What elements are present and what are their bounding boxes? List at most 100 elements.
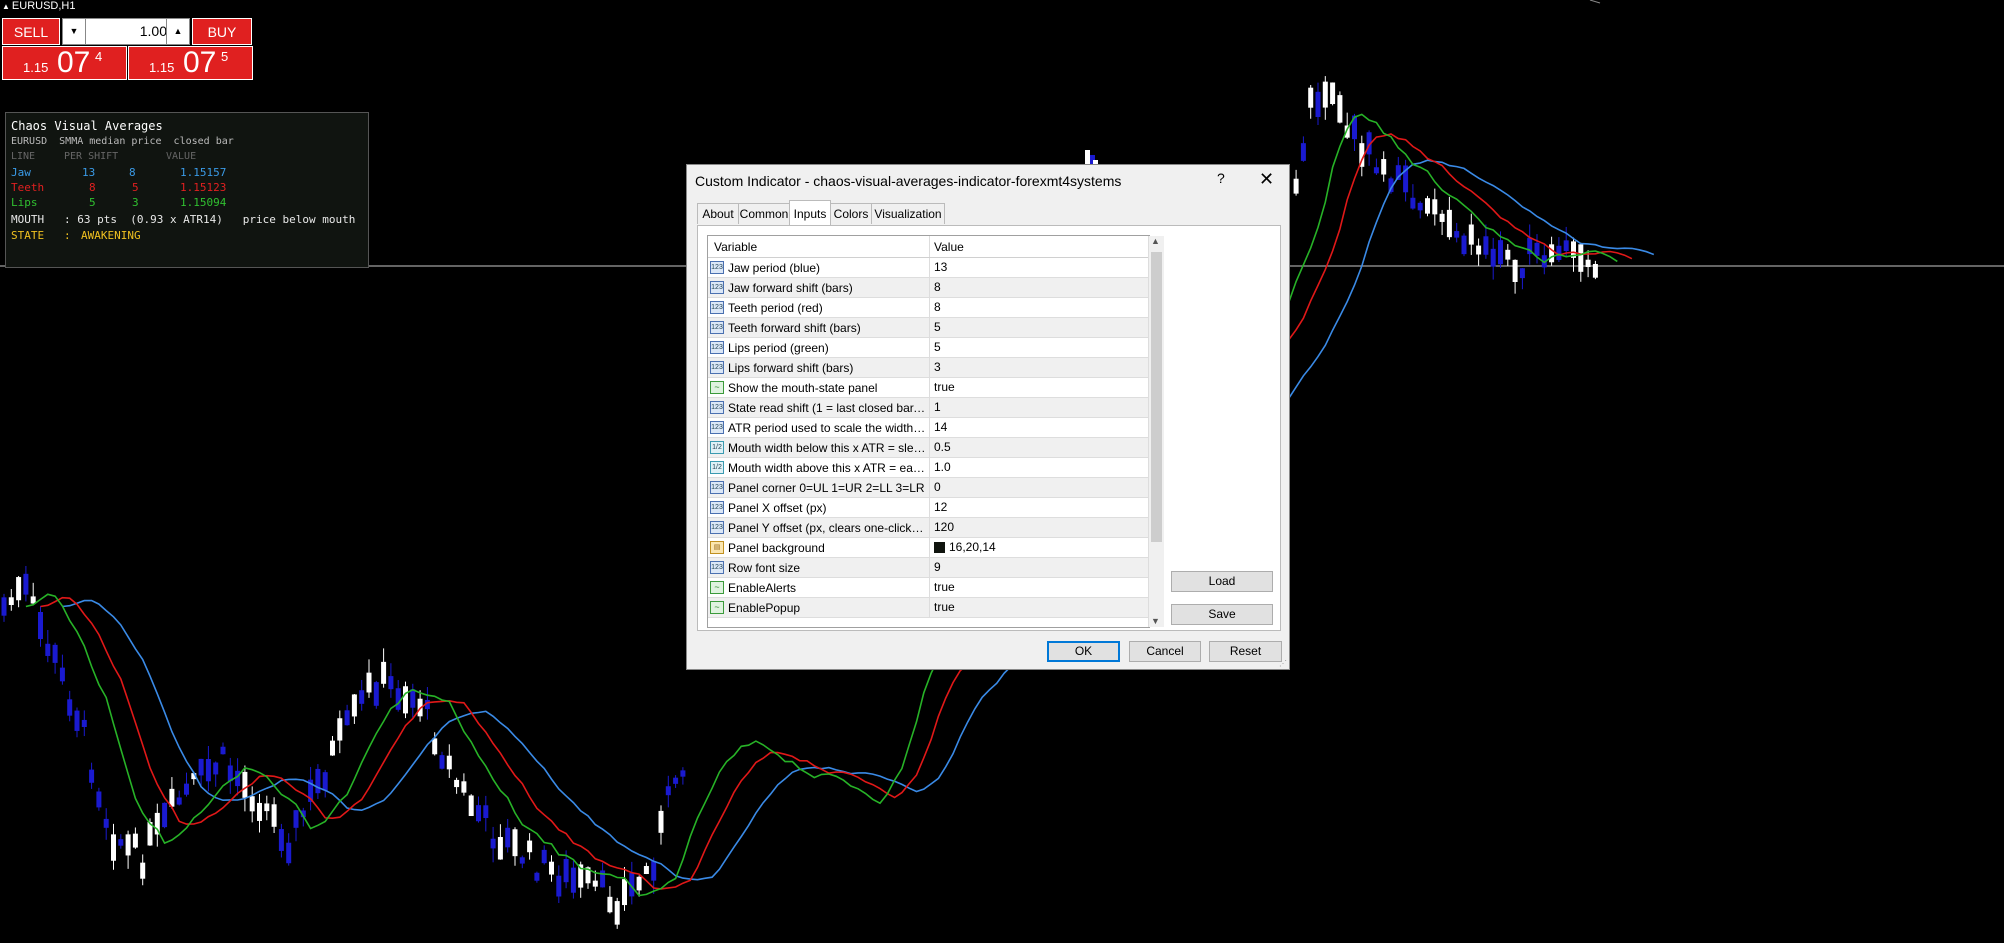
panel-header-value: VALUE <box>166 151 197 162</box>
column-value[interactable]: Value <box>934 240 964 254</box>
input-row[interactable]: 1/2 Mouth width below this x ATR = sleepi… <box>708 438 1148 458</box>
candle-body <box>1476 245 1482 255</box>
input-row[interactable]: 123 Lips forward shift (bars) 3 <box>708 358 1148 378</box>
input-row[interactable]: 123 Jaw period (blue) 13 <box>708 258 1148 278</box>
candle-body <box>249 796 255 812</box>
mouth-state-panel: Chaos Visual Averages EURUSD SMMA median… <box>5 112 369 268</box>
panel-row-period: 13 <box>82 166 96 179</box>
double-icon: 1/2 <box>710 461 724 474</box>
input-row[interactable]: 123 Teeth period (red) 8 <box>708 298 1148 318</box>
input-value[interactable]: 5 <box>929 338 1148 357</box>
lot-value[interactable]: 1.00 <box>87 19 167 44</box>
tab-colors[interactable]: Colors <box>830 203 872 224</box>
integer-icon: 123 <box>710 421 724 434</box>
input-value[interactable]: 5 <box>929 318 1148 337</box>
input-value[interactable]: 1 <box>929 398 1148 417</box>
panel-subtitle: EURUSD SMMA median price closed bar <box>11 136 234 147</box>
scroll-up-icon[interactable]: ▲ <box>1151 236 1160 246</box>
tab-visualization[interactable]: Visualization <box>871 203 945 224</box>
candle-body <box>381 661 387 684</box>
candle-body <box>570 867 576 893</box>
input-row[interactable]: ~ Show the mouth-state panel true <box>708 378 1148 398</box>
input-name: Panel corner 0=UL 1=UR 2=LL 3=LR <box>728 481 925 495</box>
candle-body <box>432 738 438 755</box>
input-row[interactable]: 123 Panel corner 0=UL 1=UR 2=LL 3=LR 0 <box>708 478 1148 498</box>
panel-row-period: 5 <box>89 196 96 209</box>
input-value[interactable]: 0.5 <box>929 438 1148 457</box>
input-row[interactable]: ~ EnablePopup true <box>708 598 1148 618</box>
candle-body <box>395 688 401 710</box>
input-value[interactable]: 120 <box>929 518 1148 537</box>
resize-grip-icon[interactable]: ⋰ <box>1279 659 1287 668</box>
input-row[interactable]: 123 Lips period (green) 5 <box>708 338 1148 358</box>
input-value[interactable]: 12 <box>929 498 1148 517</box>
candle-body <box>1417 202 1423 211</box>
candle-body <box>1563 240 1569 252</box>
candle-body <box>527 840 533 853</box>
input-row[interactable]: 123 Panel Y offset (px, clears one-click … <box>708 518 1148 538</box>
input-row[interactable]: 123 Panel X offset (px) 12 <box>708 498 1148 518</box>
input-value[interactable]: true <box>929 378 1148 397</box>
input-row[interactable]: 123 Row font size 9 <box>708 558 1148 578</box>
tab-common[interactable]: Common <box>738 203 790 224</box>
inputs-grid[interactable]: Variable Value 123 Jaw period (blue) 13 123… <box>707 235 1150 628</box>
input-name: ATR period used to scale the width test <box>728 421 926 435</box>
panel-row-period: 8 <box>89 181 96 194</box>
scroll-down-icon[interactable]: ▼ <box>1151 616 1160 626</box>
input-value-text: 16,20,14 <box>949 540 996 554</box>
candle-body <box>512 829 518 857</box>
input-value[interactable]: 8 <box>929 278 1148 297</box>
input-value[interactable]: 13 <box>929 258 1148 277</box>
tab-inputs[interactable]: Inputs <box>789 200 831 225</box>
candle-body <box>680 770 686 777</box>
input-value[interactable]: true <box>929 578 1148 597</box>
input-value[interactable]: 14 <box>929 418 1148 437</box>
buy-button[interactable]: BUY <box>192 18 252 45</box>
input-row[interactable]: 123 State read shift (1 = last closed bar… <box>708 398 1148 418</box>
sell-button[interactable]: SELL <box>2 18 60 45</box>
input-value[interactable]: 8 <box>929 298 1148 317</box>
input-value-text: true <box>934 600 955 614</box>
lot-stepper[interactable]: ▼ 1.00 ▲ <box>62 18 190 45</box>
save-button[interactable]: Save <box>1171 604 1273 625</box>
input-row[interactable]: 1/2 Mouth width above this x ATR = eating… <box>708 458 1148 478</box>
panel-row-shift: 8 <box>129 166 136 179</box>
input-row[interactable]: ▤ Panel background 16,20,14 <box>708 538 1148 558</box>
candle-body <box>359 690 365 704</box>
column-variable[interactable]: Variable <box>714 240 757 254</box>
candle-body <box>1337 95 1343 123</box>
reset-button[interactable]: Reset <box>1209 641 1282 662</box>
lot-decrease-icon[interactable]: ▼ <box>63 19 86 44</box>
cancel-button[interactable]: Cancel <box>1129 641 1201 662</box>
input-value-text: 9 <box>934 560 941 574</box>
input-row[interactable]: 123 Teeth forward shift (bars) 5 <box>708 318 1148 338</box>
candle-body <box>1 597 7 616</box>
input-value[interactable]: 9 <box>929 558 1148 577</box>
help-icon[interactable]: ? <box>1217 170 1225 186</box>
input-value[interactable]: 16,20,14 <box>929 538 1148 557</box>
buy-price[interactable]: 1.15 07 5 <box>128 46 253 80</box>
close-icon[interactable]: ✕ <box>1259 169 1274 190</box>
input-value[interactable]: true <box>929 598 1148 617</box>
input-row[interactable]: 123 ATR period used to scale the width te… <box>708 418 1148 438</box>
load-button[interactable]: Load <box>1171 571 1273 592</box>
ok-button[interactable]: OK <box>1047 641 1120 662</box>
candle-body <box>643 866 649 874</box>
integer-icon: 123 <box>710 301 724 314</box>
lot-increase-icon[interactable]: ▲ <box>166 19 189 44</box>
input-name: Jaw forward shift (bars) <box>728 281 853 295</box>
input-row[interactable]: 123 Jaw forward shift (bars) 8 <box>708 278 1148 298</box>
panel-row-name: Lips <box>11 196 38 209</box>
integer-icon: 123 <box>710 261 724 274</box>
input-row[interactable]: ~ EnableAlerts true <box>708 578 1148 598</box>
tab-about[interactable]: About <box>697 203 739 224</box>
scroll-thumb[interactable] <box>1151 252 1162 542</box>
input-value[interactable]: 3 <box>929 358 1148 377</box>
sell-price[interactable]: 1.15 07 4 <box>2 46 127 80</box>
candle-body <box>1585 259 1591 268</box>
candle-body <box>505 827 511 848</box>
color-swatch[interactable] <box>934 542 945 553</box>
input-value[interactable]: 0 <box>929 478 1148 497</box>
input-value[interactable]: 1.0 <box>929 458 1148 477</box>
grid-scrollbar[interactable]: ▲ ▼ <box>1148 236 1164 627</box>
